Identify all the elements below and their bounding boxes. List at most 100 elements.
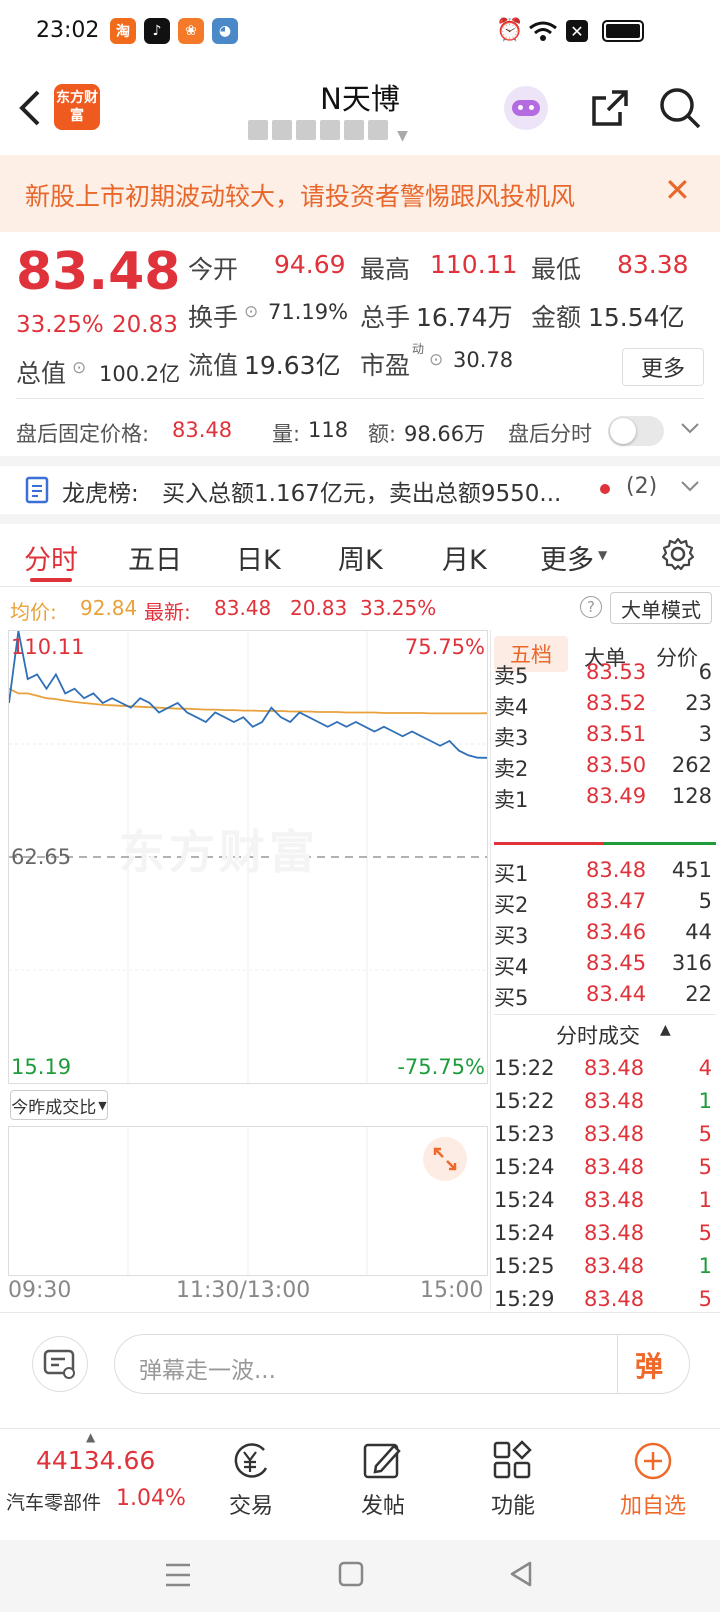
trade-row: 15:22 83.48 4	[494, 1056, 716, 1088]
sub-chart-grid	[127, 1127, 368, 1275]
trade-yuan-icon[interactable]	[230, 1440, 274, 1482]
expand-icon[interactable]	[423, 1137, 467, 1181]
bid-row[interactable]: 买1 83.48 451	[494, 858, 716, 890]
latest-label: 最新:	[144, 600, 191, 624]
chevron-down-icon[interactable]	[680, 422, 700, 436]
trade-time: 15:29	[494, 1287, 555, 1311]
after-hours-toggle[interactable]	[608, 416, 664, 446]
ask-row[interactable]: 卖3 83.51 3	[494, 722, 716, 754]
dragon-list-label: 龙虎榜:	[62, 481, 139, 507]
ask-bid-split-green	[604, 842, 716, 845]
add-watchlist-icon[interactable]	[632, 1440, 674, 1482]
ask-price: 83.51	[586, 722, 647, 746]
ask-volume: 3	[698, 722, 712, 746]
info-icon[interactable]: ⊙	[429, 350, 443, 370]
trade-row: 15:24 83.48 5	[494, 1155, 716, 1187]
bid-row[interactable]: 买2 83.47 5	[494, 889, 716, 921]
trade-volume: 4	[698, 1056, 712, 1080]
stock-subtitle-masked[interactable]: ▼	[248, 120, 448, 144]
bid-price: 83.45	[586, 951, 647, 975]
after-amt-label: 额:	[368, 422, 397, 446]
danmu-send-button[interactable]: 弹	[635, 1345, 663, 1385]
after-vol: 118	[308, 418, 349, 442]
dragon-count: (2)	[626, 474, 658, 499]
status-time: 23:02	[36, 18, 100, 43]
section-separator	[0, 514, 720, 524]
tab-five-day[interactable]: 五日	[128, 538, 182, 577]
robot-avatar-icon[interactable]	[504, 86, 548, 130]
danmu-input[interactable]: 弹幕走一波... 弹	[114, 1334, 690, 1394]
back-triangle-icon[interactable]	[508, 1560, 534, 1588]
wifi-icon	[529, 21, 557, 41]
trade-price: 83.48	[584, 1056, 645, 1080]
trade-price: 83.48	[584, 1287, 645, 1311]
menu-icon[interactable]	[164, 1562, 192, 1588]
danmu-placeholder: 弹幕走一波...	[139, 1358, 276, 1384]
sub-indicator-dropdown[interactable]: 今昨成交比 ▼	[10, 1090, 108, 1120]
ask-label: 卖4	[494, 695, 529, 719]
intraday-chart[interactable]: 东方财富 110.11 75.75% 62.65 15.19 -75.75%	[8, 630, 488, 1084]
trade-volume: 5	[698, 1122, 712, 1146]
bid-volume: 22	[685, 982, 712, 1006]
home-square-icon[interactable]	[338, 1560, 364, 1588]
bid-price: 83.47	[586, 889, 647, 913]
ask-row[interactable]: 卖1 83.49 128	[494, 784, 716, 816]
change-pct: 33.25%	[16, 312, 104, 338]
after-vol-label: 量:	[272, 422, 301, 446]
index-name[interactable]: 汽车零部件	[6, 1488, 101, 1515]
bid-row[interactable]: 买5 83.44 22	[494, 982, 716, 1014]
ask-row[interactable]: 卖2 83.50 262	[494, 753, 716, 785]
nav-functions[interactable]: 功能	[468, 1488, 558, 1520]
tab-weekly-k[interactable]: 周K	[338, 538, 383, 577]
trade-row: 15:24 83.48 5	[494, 1221, 716, 1253]
alarm-icon: ⏰	[496, 18, 524, 43]
tab-monthly-k[interactable]: 月K	[442, 538, 487, 577]
help-icon[interactable]: ?	[580, 596, 602, 618]
danmu-settings-icon[interactable]	[32, 1336, 88, 1392]
time-mid-label: 11:30/13:00	[176, 1278, 311, 1303]
trade-price: 83.48	[584, 1089, 645, 1113]
chevron-down-icon[interactable]	[680, 480, 700, 494]
trade-time: 15:24	[494, 1155, 555, 1179]
tab-more[interactable]: 更多	[540, 538, 594, 577]
bid-label: 买2	[494, 893, 529, 917]
risk-warning-banner: 新股上市初期波动较大，请投资者警惕跟风投机风 ✕	[0, 155, 720, 232]
tab-intraday[interactable]: 分时	[24, 538, 78, 577]
document-icon	[25, 476, 49, 504]
info-icon[interactable]: ⊙	[72, 358, 86, 378]
pct-max-label: 75.75%	[404, 635, 485, 659]
trades-title[interactable]: 分时成交	[556, 1020, 640, 1050]
nav-trade[interactable]: 交易	[206, 1488, 296, 1520]
nav-add-watchlist[interactable]: 加自选	[608, 1488, 698, 1520]
info-icon[interactable]: ⊙	[244, 302, 258, 322]
post-edit-icon[interactable]	[362, 1440, 404, 1482]
cat-app-icon: ◕	[212, 18, 238, 44]
latest-change: 20.83	[290, 596, 348, 620]
dragon-list-text[interactable]: 买入总额1.167亿元，卖出总额9550...	[162, 474, 561, 508]
trade-row: 15:23 83.48 5	[494, 1122, 716, 1154]
more-button[interactable]: 更多	[622, 348, 704, 386]
grid-apps-icon[interactable]	[492, 1440, 534, 1482]
close-icon[interactable]: ✕	[664, 171, 691, 209]
ask-row[interactable]: 卖4 83.52 23	[494, 691, 716, 723]
ask-volume: 6	[698, 660, 712, 684]
gear-icon[interactable]	[660, 536, 696, 572]
trade-volume: 5	[698, 1221, 712, 1245]
big-order-mode-button[interactable]: 大单模式	[610, 592, 712, 624]
ask-label: 卖1	[494, 788, 529, 812]
index-value[interactable]: 44134.66	[36, 1446, 155, 1475]
ask-label: 卖5	[494, 664, 529, 688]
bid-row[interactable]: 买4 83.45 316	[494, 951, 716, 983]
nav-post[interactable]: 发帖	[338, 1488, 428, 1520]
share-icon[interactable]	[590, 88, 630, 128]
ask-row[interactable]: 卖5 83.53 6	[494, 660, 716, 692]
bid-row[interactable]: 买3 83.46 44	[494, 920, 716, 952]
float-value: 19.63亿	[244, 351, 341, 380]
amount-label: 金额	[531, 303, 582, 332]
search-icon[interactable]	[658, 86, 702, 130]
bid-price: 83.44	[586, 982, 647, 1006]
triangle-down-icon: ▼	[598, 548, 608, 562]
tab-daily-k[interactable]: 日K	[236, 538, 281, 577]
sub-chart[interactable]	[8, 1126, 488, 1276]
avg-label: 均价:	[10, 600, 57, 624]
